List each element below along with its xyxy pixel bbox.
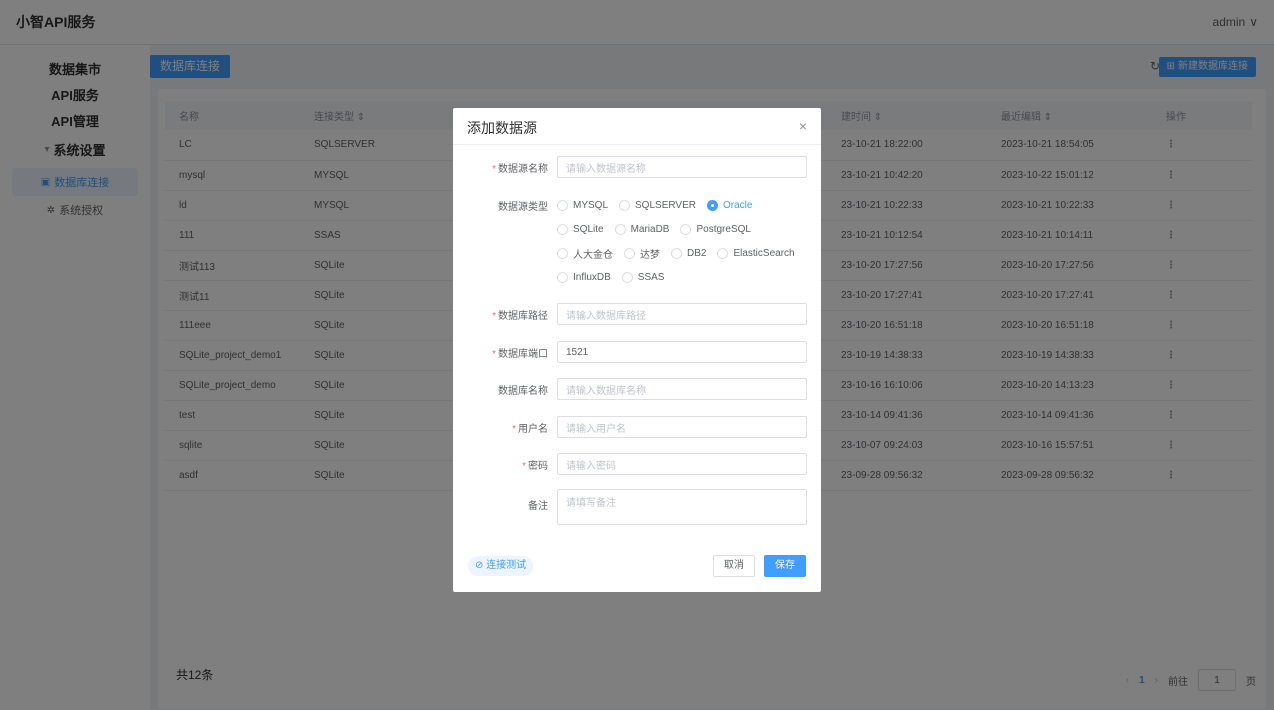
radio-label: 人大金仓: [573, 249, 613, 261]
radio-label: SQLite: [573, 223, 604, 235]
radio-option[interactable]: PostgreSQL: [680, 223, 751, 235]
form-row-password: * 密码 请输入密码: [453, 453, 821, 475]
radio-label: Oracle: [722, 199, 753, 211]
radio-circle-icon: [614, 223, 626, 235]
radio-option[interactable]: 人大金仓: [557, 246, 613, 261]
username-input[interactable]: 请输入用户名: [557, 416, 807, 438]
radio-label: InfluxDB: [573, 271, 611, 283]
radio-label: 达梦: [640, 249, 660, 261]
dialog-title: 添加数据源: [467, 120, 537, 136]
radio-option[interactable]: MYSQL: [557, 199, 609, 211]
radio-circle-icon: [557, 271, 568, 283]
form-row-port: * 数据库端口 1521: [453, 341, 821, 363]
db-port-label: 数据库端口: [498, 348, 548, 360]
password-input[interactable]: 请输入密码: [557, 453, 807, 475]
radio-label: SQLSERVER: [635, 199, 696, 211]
required-mark: *: [512, 423, 516, 435]
radio-label: MariaDB: [630, 223, 670, 235]
password-label: 密码: [528, 460, 548, 472]
radio-label: DB2: [687, 247, 707, 259]
radio-circle-icon: [624, 247, 635, 259]
radio-option[interactable]: MariaDB: [614, 223, 670, 235]
radio-circle-icon: [717, 247, 729, 259]
connection-test-label: 连接测试: [486, 560, 527, 571]
remark-textarea[interactable]: 请填写备注: [557, 489, 807, 525]
field-label: * 密码: [453, 457, 557, 472]
username-label: 用户名: [518, 423, 548, 435]
radio-row: 人大金仓 达梦 DB2 ElasticSearch: [557, 241, 815, 265]
required-mark: *: [492, 310, 496, 322]
datasource-type-radio-group: MYSQL SQLSERVER Oracle SQLite MariaDB Postgre…: [557, 193, 815, 289]
radio-option[interactable]: SQLite: [557, 223, 604, 235]
radio-circle-icon: [680, 223, 692, 235]
form-row-username: * 用户名 请输入用户名: [453, 416, 821, 438]
radio-option[interactable]: Oracle: [706, 199, 753, 211]
remark-label: 备注: [528, 501, 548, 512]
radio-label: ElasticSearch: [733, 247, 795, 259]
radio-circle-icon: [557, 247, 568, 259]
db-path-label: 数据库路径: [498, 310, 548, 322]
cancel-button[interactable]: 取消: [713, 555, 755, 577]
required-mark: *: [522, 460, 526, 472]
radio-option[interactable]: 达梦: [624, 246, 660, 261]
radio-label: MYSQL: [573, 199, 609, 211]
required-mark: *: [492, 163, 496, 175]
radio-circle-icon: [557, 223, 568, 235]
radio-circle-icon: [621, 271, 633, 283]
db-port-input[interactable]: 1521: [557, 341, 807, 363]
dialog-divider: [453, 144, 821, 145]
save-button[interactable]: 保存: [764, 555, 806, 577]
radio-option[interactable]: SSAS: [621, 271, 665, 283]
link-icon: ⊘: [475, 560, 484, 571]
field-label: * 数据库路径: [453, 307, 557, 322]
radio-circle-icon: [557, 199, 568, 211]
radio-row: InfluxDB SSAS: [557, 265, 815, 289]
radio-circle-icon: [619, 199, 631, 211]
db-path-input[interactable]: 请输入数据库路径: [557, 303, 807, 325]
db-name-label: 数据库名称: [498, 385, 548, 397]
radio-label: SSAS: [637, 271, 665, 283]
radio-circle-icon: [706, 199, 718, 211]
close-icon[interactable]: ×: [799, 118, 807, 134]
field-label: * 数据源名称: [453, 160, 557, 175]
radio-option[interactable]: SQLSERVER: [619, 199, 696, 211]
radio-circle-icon: [671, 247, 682, 259]
field-label: * 用户名: [453, 420, 557, 435]
form-row-remark: 备注 请填写备注: [453, 489, 821, 525]
radio-option[interactable]: DB2: [671, 247, 707, 259]
form-row-dbname: 数据库名称 请输入数据库名称: [453, 378, 821, 400]
radio-row: SQLite MariaDB PostgreSQL: [557, 217, 815, 241]
radio-row: MYSQL SQLSERVER Oracle: [557, 193, 815, 217]
radio-option[interactable]: ElasticSearch: [717, 247, 795, 259]
required-mark: *: [492, 348, 496, 360]
form-row-path: * 数据库路径 请输入数据库路径: [453, 303, 821, 325]
db-name-input[interactable]: 请输入数据库名称: [557, 378, 807, 400]
datasource-name-label: 数据源名称: [498, 163, 548, 175]
field-label: * 数据库端口: [453, 345, 557, 360]
radio-label: PostgreSQL: [696, 223, 751, 235]
connection-test-button[interactable]: ⊘ 连接测试: [468, 556, 534, 576]
add-datasource-dialog: 添加数据源 × * 数据源名称 请输入数据源名称 数据源类型 MYSQL SQLSE…: [453, 108, 821, 592]
form-row-name: * 数据源名称 请输入数据源名称: [453, 156, 821, 178]
radio-option[interactable]: InfluxDB: [557, 271, 611, 283]
datasource-type-label: 数据源类型: [498, 201, 548, 213]
datasource-name-input[interactable]: 请输入数据源名称: [557, 156, 807, 178]
